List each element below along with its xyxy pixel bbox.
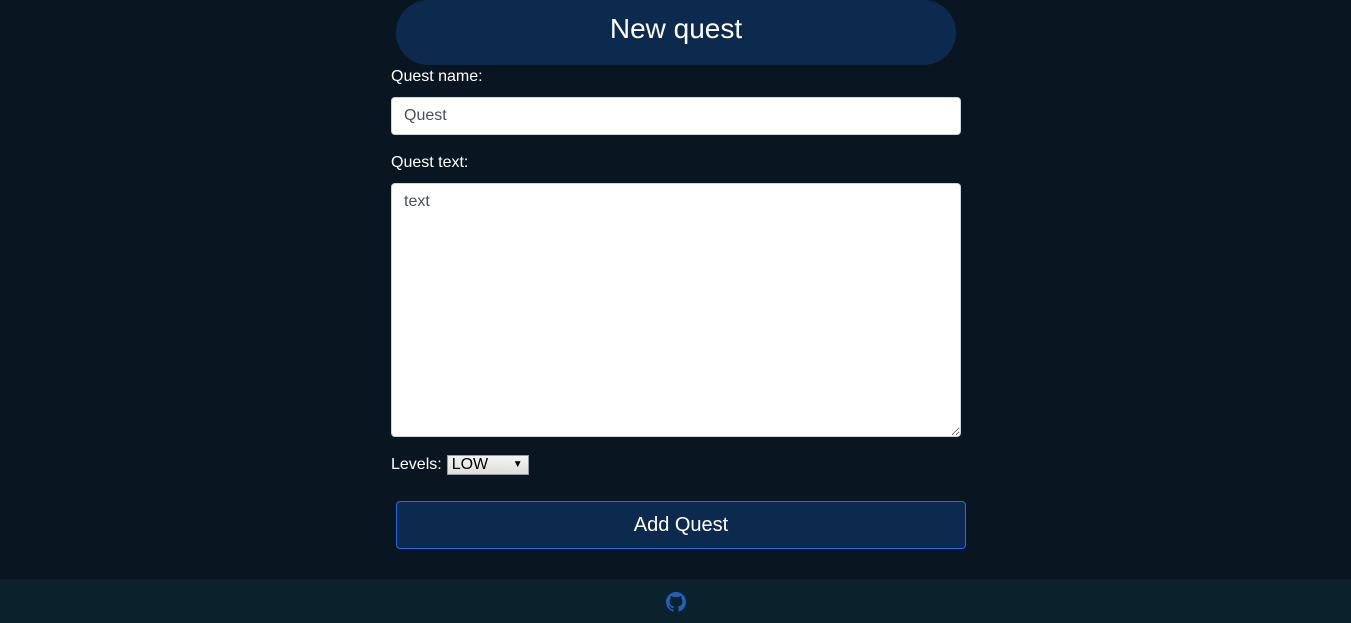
quest-name-label: Quest name:	[391, 68, 483, 85]
dropdown-arrow-icon: ▼	[512, 458, 523, 470]
levels-select[interactable]: LOW ▼	[446, 454, 529, 475]
quest-text-label: Quest text:	[391, 154, 469, 171]
add-quest-button[interactable]: Add Quest	[396, 501, 966, 549]
page-title: New quest	[609, 12, 743, 44]
quest-text-textarea[interactable]: text	[391, 183, 961, 437]
levels-label: Levels:	[391, 455, 442, 473]
page: New quest Quest name: Quest text: text L…	[0, 0, 1351, 623]
quest-name-input[interactable]	[391, 97, 961, 135]
github-icon	[665, 592, 686, 612]
levels-selected-value: LOW	[451, 455, 489, 473]
footer	[0, 579, 1351, 623]
github-link[interactable]	[665, 591, 687, 613]
page-header: New quest	[396, 0, 956, 65]
levels-row: Levels: LOW ▼	[391, 454, 529, 475]
